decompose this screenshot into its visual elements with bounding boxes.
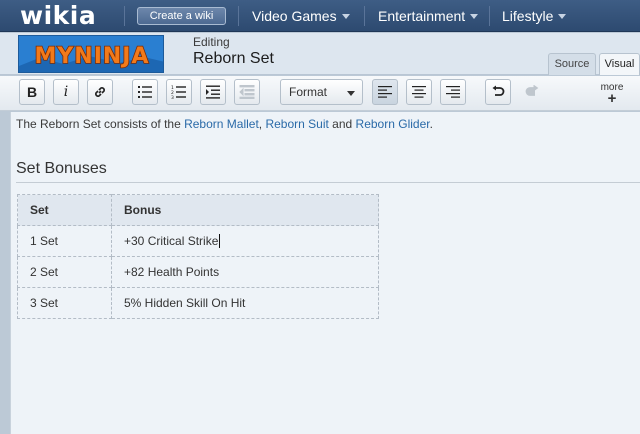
hub-label: Lifestyle	[502, 8, 554, 24]
hub-entertainment[interactable]: Entertainment	[378, 7, 479, 25]
nav-divider	[124, 6, 125, 26]
global-nav: wikia Create a wiki Video Games Entertai…	[0, 0, 640, 32]
table-cell[interactable]: 3 Set	[17, 287, 112, 319]
wiki-logo[interactable]: MYNINJA	[18, 35, 164, 73]
tab-visual[interactable]: Visual	[599, 53, 640, 75]
editor-toolbar: B i 1 2 3 Format more +	[0, 76, 640, 111]
align-center-icon	[412, 86, 426, 98]
create-wiki-button[interactable]: Create a wiki	[137, 7, 226, 25]
table-row: 2 Set +82 Health Points	[17, 256, 379, 288]
table-row: 3 Set 5% Hidden Skill On Hit	[17, 287, 379, 319]
table-cell[interactable]: 1 Set	[17, 225, 112, 257]
table-cell[interactable]: 2 Set	[17, 256, 112, 288]
outdent-button[interactable]	[234, 79, 260, 105]
numbered-list-icon: 1 2 3	[171, 85, 186, 99]
bullet-list-button[interactable]	[132, 79, 158, 105]
more-button[interactable]: more +	[600, 83, 624, 107]
hub-label: Entertainment	[378, 8, 466, 24]
link-reborn-suit[interactable]: Reborn Suit	[265, 117, 328, 131]
chevron-down-icon	[347, 91, 355, 96]
nav-divider	[238, 6, 239, 26]
align-right-button[interactable]	[440, 79, 466, 105]
bold-button[interactable]: B	[19, 79, 45, 105]
redo-button[interactable]	[519, 79, 545, 105]
tab-source[interactable]: Source	[548, 53, 596, 75]
intro-text: The Reborn Set consists of the	[16, 117, 185, 131]
table-cell[interactable]: +82 Health Points	[111, 256, 379, 288]
intro-separator: and	[328, 117, 356, 131]
table-header-row: Set Bonus	[17, 194, 379, 226]
nav-divider	[364, 6, 365, 26]
link-icon	[95, 87, 105, 97]
link-reborn-glider[interactable]: Reborn Glider	[356, 117, 430, 131]
numbered-list-button[interactable]: 1 2 3	[166, 79, 192, 105]
italic-button[interactable]: i	[53, 79, 79, 105]
table-cell[interactable]: 5% Hidden Skill On Hit	[111, 287, 379, 319]
heading-divider	[16, 182, 640, 183]
chevron-down-icon	[470, 14, 479, 19]
editor-content[interactable]: The Reborn Set consists of the Reborn Ma…	[10, 112, 640, 434]
svg-text:3: 3	[171, 95, 174, 99]
link-reborn-mallet[interactable]: Reborn Mallet	[184, 117, 259, 131]
intro-text: .	[429, 117, 433, 131]
page-title: Reborn Set	[193, 50, 274, 67]
editing-label: Editing	[193, 35, 230, 49]
column-header[interactable]: Bonus	[111, 194, 379, 226]
intro-paragraph: The Reborn Set consists of the Reborn Ma…	[16, 117, 433, 131]
align-right-icon	[446, 86, 460, 98]
format-dropdown-label: Format	[289, 85, 328, 99]
column-header[interactable]: Set	[17, 194, 112, 226]
outdent-icon	[239, 85, 255, 99]
editor-header: MYNINJA Editing Reborn Set	[0, 33, 640, 75]
nav-divider	[489, 6, 490, 26]
redo-icon	[525, 85, 539, 96]
align-left-button[interactable]	[372, 79, 398, 105]
chevron-down-icon	[558, 14, 567, 19]
section-heading: Set Bonuses	[16, 160, 107, 177]
indent-button[interactable]	[200, 79, 226, 105]
hub-video-games[interactable]: Video Games	[252, 7, 350, 25]
align-center-button[interactable]	[406, 79, 432, 105]
wiki-logo-text: MYNINJA	[34, 44, 149, 69]
wikia-logo[interactable]: wikia	[20, 2, 96, 30]
table-row: 1 Set +30 Critical Strike	[17, 225, 379, 257]
set-bonus-table: Set Bonus 1 Set +30 Critical Strike 2 Se…	[17, 194, 379, 319]
plus-icon: +	[607, 90, 617, 107]
hub-lifestyle[interactable]: Lifestyle	[502, 7, 567, 25]
format-dropdown[interactable]: Format	[280, 79, 363, 105]
hub-label: Video Games	[252, 8, 337, 24]
table-cell-active[interactable]: +30 Critical Strike	[111, 225, 379, 257]
text-cursor	[219, 234, 221, 248]
cell-text: +30 Critical Strike	[124, 234, 219, 248]
undo-icon	[492, 85, 505, 96]
link-button[interactable]	[87, 79, 113, 105]
undo-button[interactable]	[485, 79, 511, 105]
bullet-list-icon	[138, 86, 152, 98]
indent-icon	[206, 85, 220, 99]
align-left-icon	[378, 86, 392, 98]
chevron-down-icon	[341, 14, 350, 19]
